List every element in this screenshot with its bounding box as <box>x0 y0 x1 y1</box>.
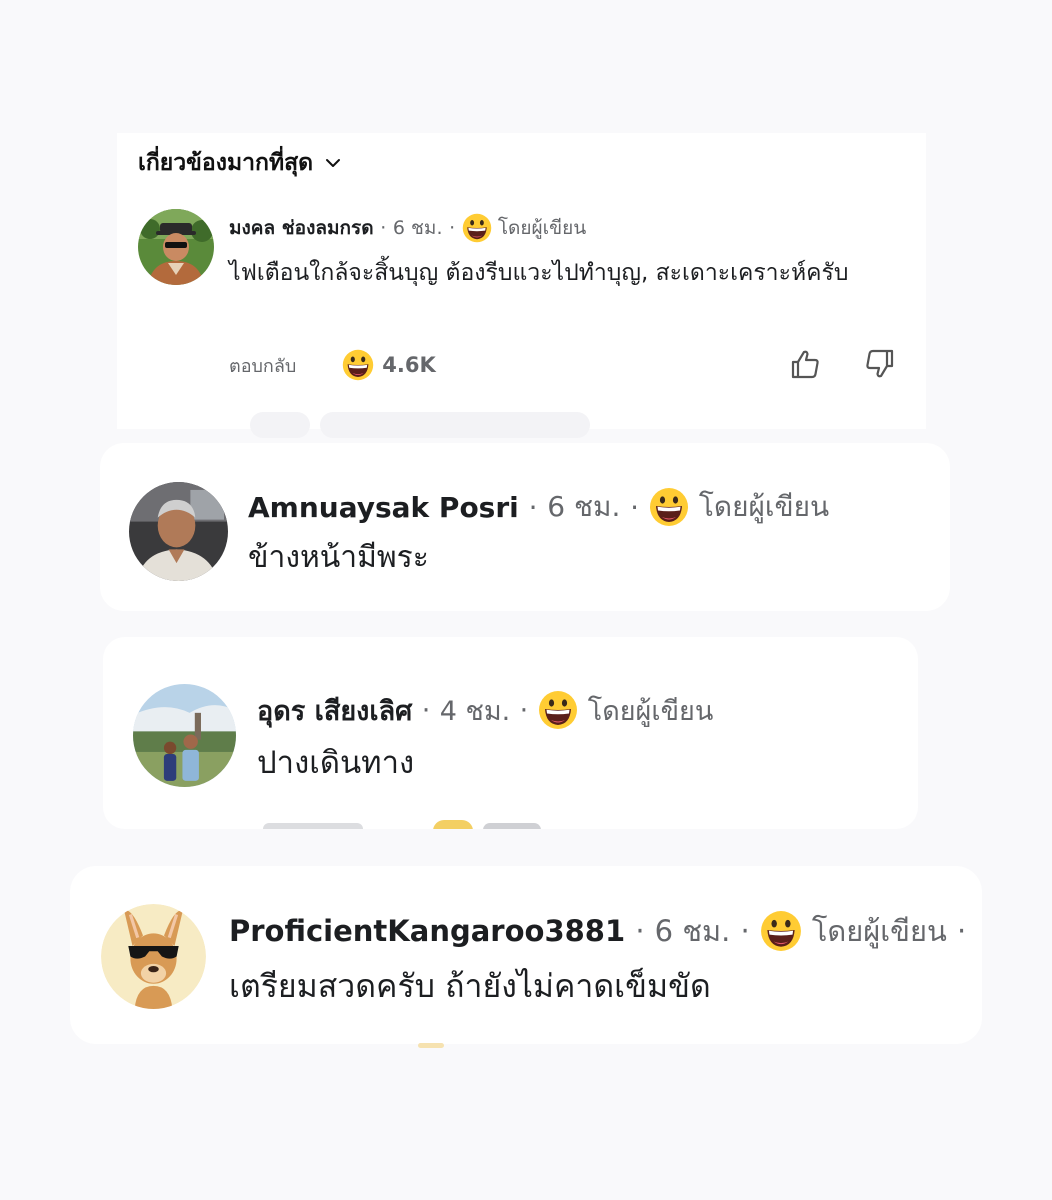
chevron-down-icon <box>323 153 343 173</box>
avatar[interactable] <box>133 684 236 787</box>
comment-text: ข้างหน้ามีพระ <box>248 540 429 575</box>
grinning-face-emoji-icon <box>538 690 578 730</box>
comment-card-4 <box>70 866 982 1044</box>
cropped-element <box>263 823 363 829</box>
comment-text: เตรียมสวดครับ ถ้ายังไม่คาดเข็มขัด <box>229 967 711 1005</box>
author-name[interactable]: Amnuaysak Posri <box>248 491 519 524</box>
cropped-element <box>418 1043 444 1048</box>
reply-button[interactable]: ตอบกลับ <box>229 351 296 380</box>
author-name[interactable]: มงคล ช่องลมกรด <box>229 213 374 243</box>
avatar[interactable] <box>129 482 228 581</box>
sort-dropdown[interactable]: เกี่ยวข้องมากที่สุด <box>138 145 343 181</box>
thumbs-up-icon[interactable] <box>787 346 823 382</box>
timestamp: 4 ชม. <box>439 695 511 727</box>
cropped-element <box>320 412 590 438</box>
author-name[interactable]: ProficientKangaroo3881 <box>229 914 625 948</box>
author-badge: โดยผู้เขียน <box>811 914 947 948</box>
avatar[interactable] <box>101 904 206 1009</box>
cropped-element <box>483 823 541 829</box>
comment-text: ปางเดินทาง <box>257 745 415 781</box>
timestamp: 6 ชม. <box>547 490 621 523</box>
avatar[interactable] <box>138 209 214 285</box>
cropped-element <box>250 412 310 438</box>
timestamp: 6 ชม. <box>392 217 443 239</box>
grinning-face-emoji-icon[interactable] <box>342 349 374 381</box>
sort-label: เกี่ยวข้องมากที่สุด <box>138 150 314 176</box>
comment-meta: อุดร เสียงเลิศ · 4 ชม. · โดยผู้เขียน <box>257 690 713 730</box>
author-badge: โดยผู้เขียน <box>497 217 587 239</box>
thumbs-down-icon[interactable] <box>862 346 898 382</box>
timestamp: 6 ชม. <box>654 914 731 948</box>
grinning-face-emoji-icon <box>760 910 802 952</box>
reaction-count: 4.6K <box>382 353 436 377</box>
comment-text: ไฟเตือนใกล้จะสิ้นบุญ ต้องรีบแวะไปทำบุญ, … <box>229 260 849 286</box>
comment-meta: ProficientKangaroo3881 · 6 ชม. · โดยผู้เ… <box>229 910 976 952</box>
grinning-face-emoji-icon <box>462 213 492 243</box>
cropped-element <box>433 820 473 829</box>
author-name[interactable]: อุดร เสียงเลิศ <box>257 689 412 732</box>
author-badge: โดยผู้เขียน <box>587 695 714 727</box>
author-badge: โดยผู้เขียน <box>698 490 830 523</box>
grinning-face-emoji-icon <box>649 487 689 527</box>
comment-actions: ตอบกลับ 4.6K <box>229 348 436 382</box>
comment-meta: มงคล ช่องลมกรด · 6 ชม. · โดยผู้เขียน <box>229 213 586 243</box>
comment-meta: Amnuaysak Posri · 6 ชม. · โดยผู้เขียน <box>248 486 829 528</box>
